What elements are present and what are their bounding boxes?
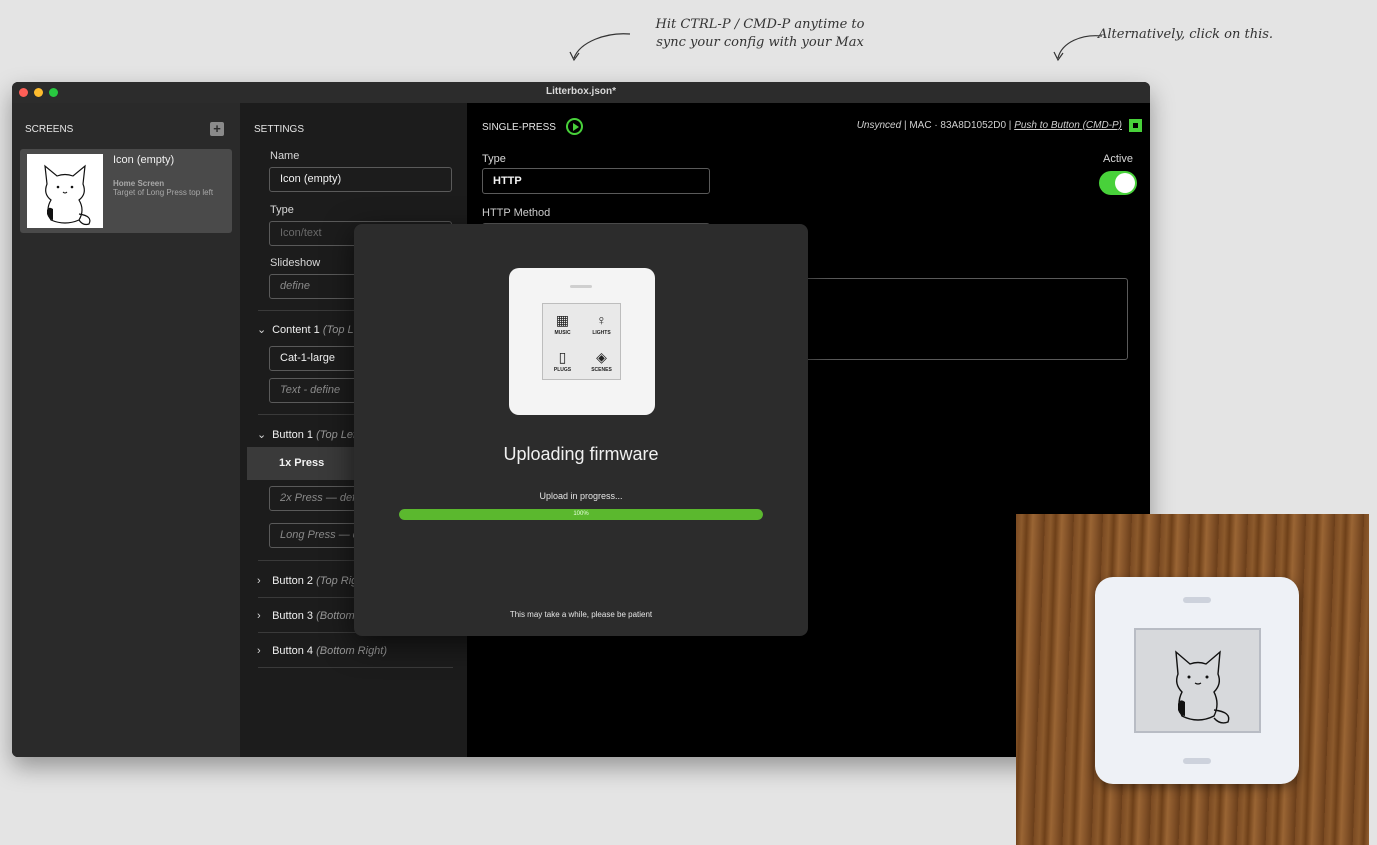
- divider: [258, 667, 453, 668]
- device-slot: [570, 285, 592, 288]
- chevron-right-icon: ›: [257, 575, 261, 587]
- section-button-4[interactable]: › Button 4 (Bottom Right): [257, 645, 387, 657]
- type-label: Type: [270, 204, 294, 216]
- chevron-right-icon: ›: [257, 645, 261, 657]
- annotation-arrow-icon: [1053, 35, 1103, 62]
- music-tile: ▦ MUSIC: [544, 306, 581, 342]
- screen-card[interactable]: Icon (empty) Home Screen Target of Long …: [20, 149, 232, 233]
- plugs-tile: ▯ PLUGS: [544, 343, 581, 379]
- section-button-2[interactable]: › Button 2 (Top Rig: [257, 575, 357, 587]
- add-screen-button[interactable]: +: [210, 122, 224, 136]
- screen-subtitle: Home Screen: [113, 179, 165, 188]
- screens-panel: SCREENS + Icon (empty) Home Screen Targe…: [12, 103, 240, 757]
- device-slot: [1183, 758, 1211, 764]
- plug-icon: ▯: [558, 349, 567, 365]
- device-image: ▦ MUSIC ♀ LIGHTS ▯ PLUGS ◈ SCENES: [509, 268, 655, 415]
- photo-screen: [1134, 628, 1261, 733]
- active-label: Active: [1103, 153, 1133, 165]
- plus-icon: +: [213, 121, 221, 136]
- annotation-arrow-icon: [569, 33, 631, 62]
- sync-icon[interactable]: [1129, 119, 1142, 132]
- screens-title: SCREENS: [25, 124, 74, 135]
- dialog-heading: Uploading firmware: [503, 444, 659, 464]
- chevron-right-icon: ›: [257, 610, 261, 622]
- play-icon[interactable]: [566, 118, 583, 135]
- chevron-down-icon: ⌄: [257, 429, 267, 441]
- cat-icon: [44, 164, 91, 226]
- settings-title: SETTINGS: [254, 124, 305, 135]
- name-label: Name: [270, 150, 300, 162]
- section-content-1[interactable]: ⌄ Content 1 (Top Le: [257, 323, 360, 336]
- section-button-1[interactable]: ⌄ Button 1 (Top Lef: [257, 428, 356, 441]
- screen-name: Icon (empty): [113, 154, 175, 166]
- device-photo: [1016, 514, 1369, 845]
- progress-bar: 100%: [399, 509, 763, 520]
- single-press-title: SINGLE-PRESS: [482, 122, 556, 133]
- title-bar: Litterbox.json*: [12, 82, 1150, 103]
- screen-description: Target of Long Press top left: [113, 188, 214, 197]
- window-title: Litterbox.json*: [545, 86, 616, 97]
- chevron-down-icon: ⌄: [257, 324, 267, 336]
- dialog-footer: This may take a while, please be patient: [509, 610, 653, 619]
- slideshow-label: Slideshow: [270, 257, 321, 269]
- sync-status: Unsynced | MAC · 83A8D1052D0 | Push to B…: [856, 120, 1122, 131]
- type-field[interactable]: HTTP: [482, 168, 710, 194]
- lights-tile: ♀ LIGHTS: [583, 306, 620, 342]
- section-button-3[interactable]: › Button 3 (Bottom: [257, 610, 355, 622]
- progress-fill: 100%: [399, 509, 763, 520]
- name-field[interactable]: Icon (empty): [269, 167, 452, 192]
- scenes-icon: ◈: [596, 349, 607, 365]
- scenes-tile: ◈ SCENES: [583, 343, 620, 379]
- music-icon: ▦: [555, 312, 570, 328]
- progress-status: Upload in progress...: [539, 491, 623, 501]
- http-method-label: HTTP Method: [482, 207, 551, 219]
- screen-thumbnail: [27, 154, 103, 228]
- sync-shortcut-annotation: Hit CTRL-P / CMD-P anytime to sync your …: [655, 17, 865, 50]
- type-label: Type: [482, 153, 506, 165]
- cat-icon: [1175, 650, 1230, 724]
- active-toggle[interactable]: [1099, 171, 1137, 195]
- push-to-button-link[interactable]: Push to Button (CMD-P): [1014, 120, 1122, 131]
- alternative-annotation: Alternatively, click on this.: [1098, 27, 1274, 42]
- photo-device: [1095, 577, 1299, 784]
- upload-dialog: ▦ MUSIC ♀ LIGHTS ▯ PLUGS ◈ SCENES Upload…: [354, 224, 808, 636]
- device-screen: ▦ MUSIC ♀ LIGHTS ▯ PLUGS ◈ SCENES: [542, 303, 621, 380]
- lightbulb-icon: ♀: [596, 312, 607, 328]
- device-slot: [1183, 597, 1211, 603]
